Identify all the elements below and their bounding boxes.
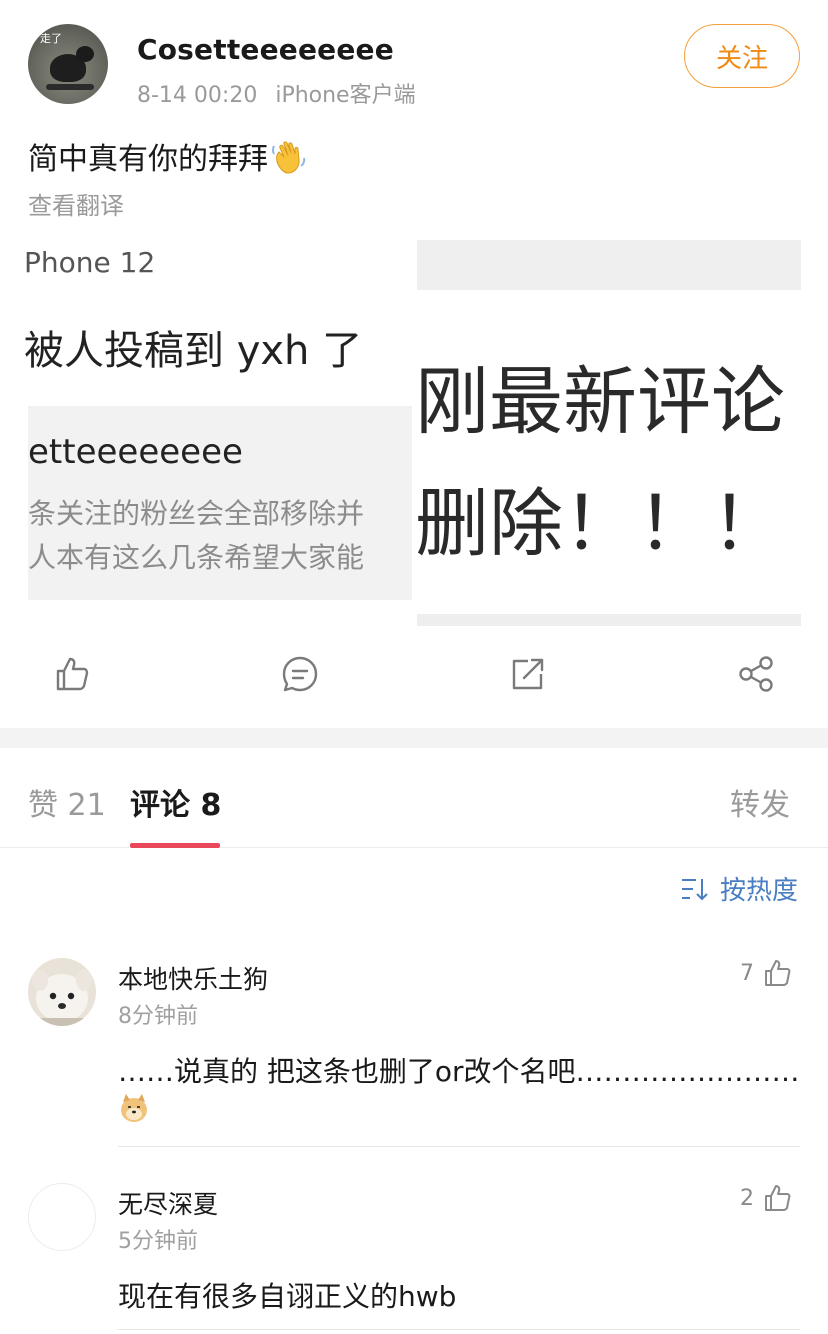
comment-like-button[interactable]: 2 (740, 1183, 792, 1213)
post-text: 简中真有你的拜拜 (28, 134, 310, 178)
follow-button[interactable]: 关注 (684, 24, 800, 88)
repost-icon[interactable] (508, 654, 548, 694)
tab-comments[interactable]: 评论 8 (130, 780, 221, 824)
post-image-2[interactable]: 刚最新评论 删除！！！ (417, 240, 801, 626)
post-header: 走了 Cosetteeeeeeee 8-14 00:20 iPhone客户端 关注 (0, 0, 828, 120)
sort-icon (681, 878, 708, 900)
author-avatar[interactable]: 走了 (28, 24, 108, 104)
comment-time: 5分钟前 (118, 1229, 198, 1254)
dog-avatar-icon (28, 958, 96, 1026)
commenter-name[interactable]: 本地快乐土狗 (118, 960, 268, 996)
like-icon[interactable] (52, 654, 92, 694)
image-2-text-2: 删除！！！ (417, 481, 785, 567)
post-text-content: 简中真有你的拜拜 (28, 142, 268, 177)
comment-divider (118, 1329, 800, 1330)
post-source: iPhone客户端 (275, 83, 416, 108)
avatar-caption: 走了 (40, 32, 62, 45)
commenter-name[interactable]: 无尽深夏 (118, 1185, 218, 1221)
comment-divider (118, 1146, 800, 1147)
like-icon (765, 1185, 791, 1211)
sort-toggle[interactable]: 按热度 (680, 870, 798, 907)
translate-link[interactable]: 查看翻译 (28, 186, 124, 221)
post-image-1[interactable]: Phone 12 被人投稿到 yxh 了 etteeeeeeee 条关注的粉丝会… (0, 240, 412, 626)
image-1-text-4: 条关注的粉丝会全部移除并 (28, 497, 365, 530)
image-2-text-1: 刚最新评论 (417, 359, 785, 445)
image-1-text-5: 人本有这么几条希望大家能 (28, 541, 365, 574)
image-2-bottom-bar (417, 614, 801, 626)
image-1-card: etteeeeeeee 条关注的粉丝会全部移除并 人本有这么几条希望大家能 (28, 406, 412, 600)
image-1-text-2: 被人投稿到 yxh 了 (24, 328, 363, 374)
waving-hand-icon (272, 141, 306, 174)
comment-text: ……说真的 把这条也删了or改个名吧…………………… (118, 1055, 800, 1088)
comment-icon[interactable] (280, 654, 320, 694)
section-divider (0, 728, 828, 748)
like-icon (765, 960, 791, 986)
comment-like-count: 2 (740, 1185, 754, 1211)
comment-text: 现在有很多自诩正义的hwb (118, 1280, 457, 1313)
action-bar (0, 640, 828, 716)
tab-reposts[interactable]: 转发 (730, 780, 790, 824)
image-2-top-bar (417, 240, 801, 290)
author-name[interactable]: Cosetteeeeeeee (137, 33, 394, 66)
comment-like-button[interactable]: 7 (740, 958, 792, 988)
share-icon[interactable] (736, 654, 776, 694)
image-grid: Phone 12 被人投稿到 yxh 了 etteeeeeeee 条关注的粉丝会… (0, 240, 828, 626)
post-meta: 8-14 00:20 iPhone客户端 (137, 77, 416, 109)
doge-icon (121, 1094, 147, 1122)
image-1-text-1: Phone 12 (24, 246, 156, 279)
tab-active-indicator (130, 843, 220, 848)
sort-label: 按热度 (719, 876, 798, 906)
commenter-avatar[interactable] (28, 1183, 96, 1251)
tabs-bar: 赞 21 评论 8 转发 (0, 748, 828, 848)
comment-like-count: 7 (740, 960, 754, 986)
post-time: 8-14 00:20 (137, 83, 258, 108)
tab-likes[interactable]: 赞 21 (28, 780, 106, 824)
comment-time: 8分钟前 (118, 1004, 198, 1029)
commenter-avatar[interactable] (28, 958, 96, 1026)
image-1-text-3: etteeeeeeee (28, 432, 243, 472)
